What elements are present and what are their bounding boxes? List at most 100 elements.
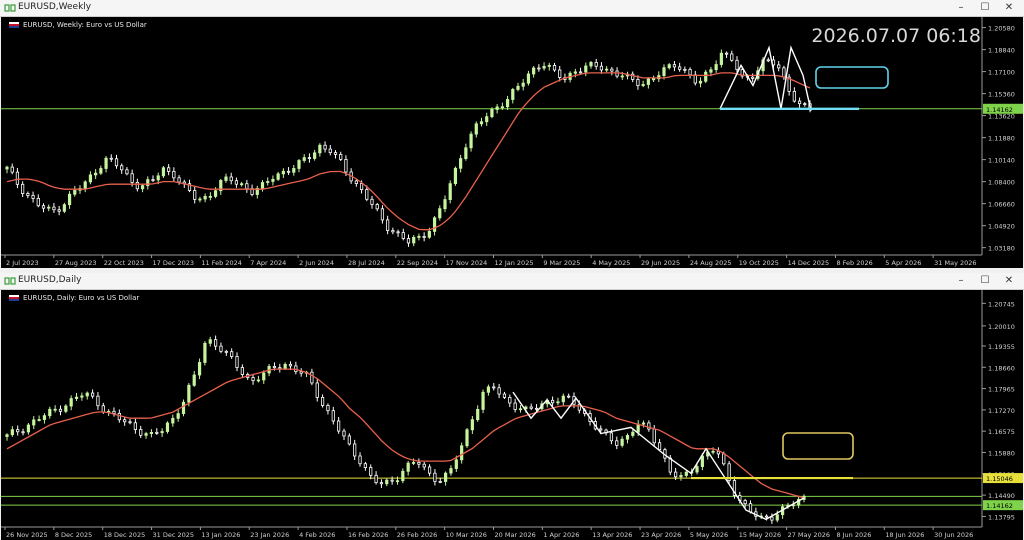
close-button[interactable]: ✕ xyxy=(998,274,1020,288)
candle-body xyxy=(219,345,223,352)
weekly-titlebar[interactable]: EURUSD,Weekly – ☐ ✕ xyxy=(0,0,1024,17)
candle xyxy=(139,425,143,439)
candle xyxy=(552,62,557,72)
daily-titlebar[interactable]: EURUSD,Daily – ☐ ✕ xyxy=(0,273,1024,290)
candle-body xyxy=(123,419,127,423)
candle xyxy=(69,395,73,411)
candle xyxy=(112,407,116,417)
candle-body xyxy=(684,471,688,476)
candle-body xyxy=(21,431,25,434)
candle xyxy=(422,461,426,471)
candle-body xyxy=(337,420,341,432)
candle-body xyxy=(777,64,781,69)
price-tick-label: 1.15880 xyxy=(988,450,1015,458)
candle xyxy=(433,469,437,486)
candle-body xyxy=(719,52,723,65)
candle xyxy=(537,64,541,72)
maximize-button[interactable]: ☐ xyxy=(974,274,996,288)
close-button[interactable]: ✕ xyxy=(998,1,1020,15)
candle xyxy=(167,164,171,176)
candle-body xyxy=(353,443,357,457)
daily-chart-canvas[interactable]: 1.20745 1.20010 1.19355 1.18660 1.17965 1.172… xyxy=(1,290,1023,540)
candle-body xyxy=(229,176,233,182)
candle-body xyxy=(743,500,747,505)
candle-body xyxy=(465,429,469,447)
candle xyxy=(625,433,630,444)
candle-body xyxy=(730,53,734,61)
candle-body xyxy=(109,157,113,160)
time-tick-label: 11 Feb 2024 xyxy=(201,259,241,267)
maximize-button[interactable]: ☐ xyxy=(974,1,996,15)
candle-body xyxy=(385,479,389,485)
weekly-chart-canvas[interactable]: 1.20580 1.18840 1.17100 1.15360 1.13620 1.118… xyxy=(1,17,1023,268)
candle-body xyxy=(288,363,293,367)
candle-body xyxy=(156,175,160,181)
candle xyxy=(42,413,47,424)
candle-body xyxy=(69,398,73,407)
daily-window-title: EURUSD,Daily xyxy=(18,275,82,285)
candle xyxy=(171,414,175,427)
candle-body xyxy=(722,453,726,465)
candle-body xyxy=(396,231,400,234)
candle xyxy=(203,341,207,366)
candle-body xyxy=(260,182,265,189)
minimize-button[interactable]: – xyxy=(950,274,972,288)
candle-body xyxy=(198,198,202,201)
candle-body xyxy=(358,455,362,465)
candle-body xyxy=(651,78,656,81)
time-tick-label: 5 May 2026 xyxy=(690,531,728,539)
candle xyxy=(53,405,57,413)
candle xyxy=(464,143,468,161)
candle-body xyxy=(339,153,343,160)
candle xyxy=(672,61,677,72)
candle-body xyxy=(469,133,473,149)
minimize-button[interactable]: – xyxy=(950,1,972,15)
candle xyxy=(203,193,207,203)
candle-body xyxy=(125,169,129,175)
candle xyxy=(730,50,734,62)
candle-body xyxy=(347,435,351,445)
candle xyxy=(230,348,234,359)
candle-body xyxy=(427,231,431,238)
candle xyxy=(276,171,280,181)
candle xyxy=(37,415,41,422)
candle-body xyxy=(41,205,46,209)
candle-body xyxy=(646,78,650,85)
candle xyxy=(120,163,124,174)
price-tick-label: 1.17100 xyxy=(988,69,1015,77)
price-tick-label: 1.08400 xyxy=(988,179,1015,187)
candle xyxy=(83,180,87,193)
candle-body xyxy=(262,372,266,381)
price-tick-label: 1.13795 xyxy=(988,513,1015,521)
candle xyxy=(406,234,411,247)
candle xyxy=(135,178,139,192)
candle-body xyxy=(508,397,512,404)
candle-body xyxy=(679,475,683,478)
candle xyxy=(479,117,484,127)
flag-icon xyxy=(9,22,19,28)
candle xyxy=(406,460,410,476)
candle-body xyxy=(490,109,494,118)
candle xyxy=(224,173,228,183)
candle xyxy=(651,75,656,83)
candle-body xyxy=(724,52,729,55)
candle-body xyxy=(443,199,447,210)
candle xyxy=(363,461,367,471)
candle xyxy=(766,57,770,63)
candle-body xyxy=(433,472,437,482)
time-tick-label: 1 Apr 2026 xyxy=(543,531,579,539)
candle xyxy=(176,409,180,422)
candle xyxy=(594,58,598,70)
candle xyxy=(245,179,249,193)
candle xyxy=(193,186,197,204)
candle-body xyxy=(144,433,148,436)
candle-body xyxy=(271,178,275,182)
candle-body xyxy=(208,339,212,344)
time-tick-label: 26 Nov 2025 xyxy=(6,531,48,539)
candle-body xyxy=(16,429,20,433)
candle xyxy=(224,349,228,356)
candle-body xyxy=(299,371,303,374)
daily-chart-svg: 1.20745 1.20010 1.19355 1.18660 1.17965 1.172… xyxy=(1,290,1023,539)
candle-body xyxy=(31,195,35,199)
candle xyxy=(10,163,14,175)
